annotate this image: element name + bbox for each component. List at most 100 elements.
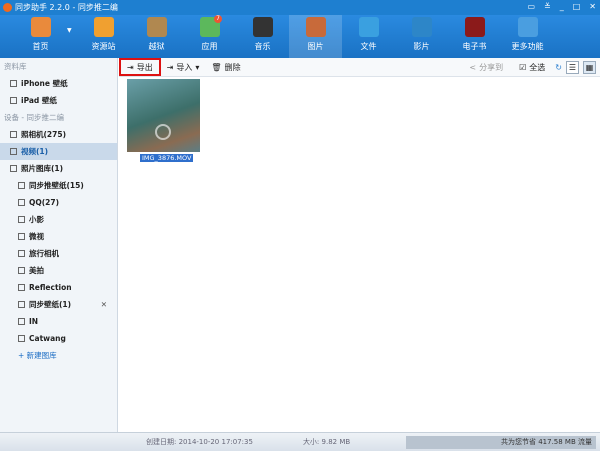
- sidebar-item-photo-library[interactable]: 照片图库(1): [0, 160, 117, 177]
- close-button[interactable]: ✕: [589, 2, 596, 11]
- album-icon: [18, 318, 25, 325]
- album-icon: [18, 335, 25, 342]
- grid-view-button[interactable]: ▦: [583, 60, 596, 74]
- sidebar: 资料库 iPhone 壁纸 iPad 壁纸 设备 - 同步推二编 照相机(275…: [0, 58, 118, 432]
- feedback-icon[interactable]: ▭: [527, 2, 535, 11]
- import-button[interactable]: ⇥ 导入 ▾: [161, 59, 206, 76]
- label: Reflection: [29, 283, 72, 292]
- status-bar: 创建日期: 2014-10-20 17:07:35 大小: 9.82 MB 共为…: [0, 432, 600, 451]
- nav-icon: [305, 17, 326, 37]
- refresh-icon[interactable]: ↻: [555, 63, 562, 72]
- sidebar-album[interactable]: IN: [0, 313, 117, 330]
- sidebar-album[interactable]: 同步推壁纸(15): [0, 177, 117, 194]
- nav-icon: [517, 17, 538, 37]
- phone-icon: [10, 80, 17, 87]
- label: QQ(27): [29, 198, 60, 207]
- device-heading: 设备 - 同步推二编: [4, 113, 64, 122]
- label: 同步壁纸(1): [29, 300, 72, 309]
- file-size: 大小: 9.82 MB: [302, 438, 351, 446]
- nav-label: 电子书: [462, 42, 487, 51]
- close-icon[interactable]: ✕: [101, 300, 107, 309]
- share-button[interactable]: < 分享到: [463, 59, 509, 76]
- home-dropdown-icon[interactable]: ▼: [67, 15, 77, 58]
- menu-icon[interactable]: ≚: [544, 2, 551, 11]
- nav-icon: [252, 17, 273, 37]
- album-icon: [18, 199, 25, 206]
- sidebar-album[interactable]: 微视: [0, 228, 117, 245]
- label: 微视: [29, 232, 44, 241]
- label: 视频(1): [21, 147, 49, 156]
- main-nav: 首页 ▼ 资源站 越狱 7 应用 音乐 图片 文件 影片 电子书 更多功能: [0, 15, 600, 58]
- nav-item[interactable]: 首页: [14, 15, 67, 58]
- nav-item[interactable]: 越狱: [130, 15, 183, 58]
- nav-label: 图片: [307, 42, 324, 51]
- nav-label: 影片: [413, 42, 430, 51]
- album-icon: [18, 216, 25, 223]
- app-logo-icon: [3, 3, 12, 12]
- nav-icon: [146, 17, 167, 37]
- sidebar-album[interactable]: 美拍: [0, 262, 117, 279]
- nav-label: 首页: [32, 42, 49, 51]
- label: 分享到: [479, 62, 504, 72]
- label: 导出: [136, 62, 153, 72]
- import-icon: ⇥: [166, 62, 174, 72]
- nav-label: 文件: [360, 42, 377, 51]
- nav-item[interactable]: 更多功能: [501, 15, 554, 58]
- album-icon: [18, 233, 25, 240]
- label: 照相机(275): [21, 130, 67, 139]
- sidebar-item-video[interactable]: 视频(1): [0, 143, 117, 160]
- delete-button[interactable]: 🗑 删除: [205, 59, 246, 76]
- nav-label: 应用: [201, 42, 218, 51]
- nav-item[interactable]: 文件: [342, 15, 395, 58]
- album-icon: [10, 165, 17, 172]
- nav-icon: [464, 17, 485, 37]
- list-view-button[interactable]: ☰: [566, 60, 579, 74]
- file-name[interactable]: IMG_3876.MOV: [140, 154, 194, 162]
- album-icon: [18, 182, 25, 189]
- sidebar-item-camera[interactable]: 照相机(275): [0, 126, 117, 143]
- nav-label: 资源站: [91, 42, 116, 51]
- export-button[interactable]: ⇥ 导出: [119, 58, 161, 76]
- sidebar-item-ipad-wallpaper[interactable]: iPad 壁纸: [0, 92, 117, 109]
- nav-item[interactable]: 音乐: [236, 15, 289, 58]
- select-all-button[interactable]: ☑ 全选: [513, 59, 551, 76]
- sidebar-album[interactable]: Catwang: [0, 330, 117, 347]
- label: iPad 壁纸: [21, 96, 57, 105]
- sidebar-album[interactable]: 同步壁纸(1) ✕: [0, 296, 117, 313]
- video-thumbnail[interactable]: [127, 79, 200, 152]
- nav-icon: [411, 17, 432, 37]
- sidebar-album[interactable]: Reflection: [0, 279, 117, 296]
- tablet-icon: [10, 97, 17, 104]
- nav-label: 越狱: [148, 42, 165, 51]
- new-album-button[interactable]: + 新建图库: [0, 347, 117, 364]
- label: 全选: [529, 62, 546, 72]
- sidebar-item-iphone-wallpaper[interactable]: iPhone 壁纸: [0, 75, 117, 92]
- minimize-button[interactable]: _: [560, 2, 564, 11]
- traffic-saved: 共为您节省 417.58 MB 流量: [406, 435, 596, 449]
- toolbar: ⇥ 导出 ⇥ 导入 ▾ 🗑 删除 < 分享到 ☑ 全选 ↻ ☰ ▦: [119, 58, 600, 77]
- label: iPhone 壁纸: [21, 79, 68, 88]
- nav-item[interactable]: 7 应用: [183, 15, 236, 58]
- nav-item[interactable]: 影片: [395, 15, 448, 58]
- nav-item[interactable]: 资源站: [77, 15, 130, 58]
- badge: 7: [214, 15, 222, 23]
- album-icon: [18, 301, 25, 308]
- nav-item[interactable]: 电子书: [448, 15, 501, 58]
- sidebar-album[interactable]: 旅行相机: [0, 245, 117, 262]
- maximize-button[interactable]: □: [573, 2, 581, 11]
- sidebar-album[interactable]: QQ(27): [0, 194, 117, 211]
- album-icon: [18, 250, 25, 257]
- chevron-down-icon: ▾: [195, 62, 200, 72]
- label: 旅行相机: [29, 249, 59, 258]
- album-icon: [18, 284, 25, 291]
- nav-label: 音乐: [254, 42, 271, 51]
- nav-item[interactable]: 图片: [289, 15, 342, 58]
- label: 删除: [224, 62, 241, 72]
- window-title: 同步助手 2.2.0 - 同步推二编: [15, 3, 118, 12]
- nav-icon: [93, 17, 114, 37]
- label: 共为您节省 417.58 MB 流量: [500, 438, 592, 446]
- sidebar-album[interactable]: 小影: [0, 211, 117, 228]
- nav-icon: [358, 17, 379, 37]
- label: Catwang: [29, 334, 66, 343]
- library-heading: 资料库: [4, 62, 27, 71]
